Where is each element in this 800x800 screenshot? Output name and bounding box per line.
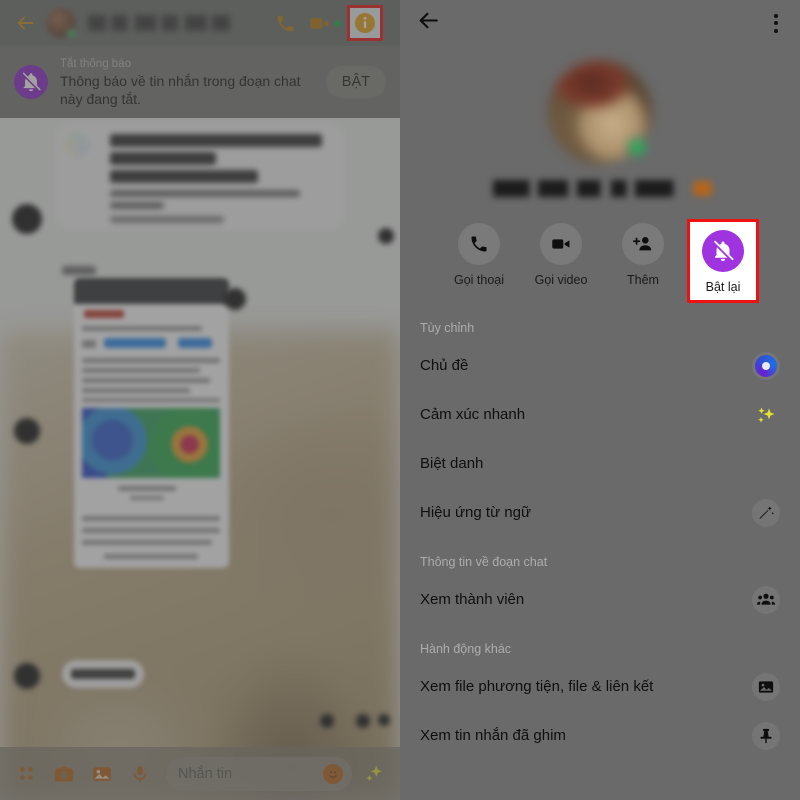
row-nickname[interactable]: Biệt danh — [400, 439, 800, 488]
microphone-icon[interactable] — [124, 758, 156, 790]
emoji-smiley-icon[interactable] — [323, 763, 343, 784]
chat-header — [0, 0, 400, 46]
blurred-text — [110, 216, 224, 223]
chat-bubble[interactable] — [62, 660, 144, 688]
row-label: Cảm xúc nhanh — [420, 406, 526, 423]
message-input[interactable]: Nhắn tin — [166, 756, 352, 791]
blurred-reaction — [378, 228, 394, 244]
video-call-icon[interactable] — [302, 6, 336, 40]
blurred-reaction — [224, 288, 246, 310]
blurred-text — [110, 170, 258, 183]
apps-grid-icon[interactable] — [10, 758, 42, 790]
video-call-action[interactable]: Gọi video — [523, 219, 599, 303]
info-button-highlight[interactable] — [347, 5, 383, 41]
row-label: Hiệu ứng từ ngữ — [420, 504, 532, 521]
add-person-action[interactable]: Thêm — [605, 219, 681, 303]
section-title-chat-info: Thông tin về đoạn chat — [420, 555, 548, 569]
row-label: Xem thành viên — [420, 591, 525, 608]
row-label: Xem file phương tiện, file & liên kết — [420, 678, 654, 695]
info-circle-icon — [355, 13, 375, 33]
row-label: Chủ đề — [420, 357, 469, 374]
bell-muted-icon — [702, 230, 744, 272]
unmute-action-highlighted[interactable]: Bật lại — [687, 219, 759, 303]
phone-call-icon[interactable] — [268, 6, 302, 40]
blurred-avatar — [12, 204, 42, 234]
more-vertical-icon[interactable] — [768, 8, 784, 39]
left-chat-screen: Tắt thông báo Thông báo về tin nhắn tron… — [0, 0, 400, 800]
sparkles-icon[interactable] — [358, 758, 390, 790]
row-theme[interactable]: Chủ đề — [400, 341, 800, 390]
row-pinned-messages[interactable]: Xem tin nhắn đã ghim — [400, 711, 800, 760]
action-label: Bật lại — [705, 280, 741, 294]
action-label: Thêm — [627, 273, 659, 287]
banner-title: Tắt thông báo — [60, 57, 131, 70]
people-group-icon — [752, 585, 780, 614]
banner-body: Thông báo về tin nhắn trong đoạn chat nà… — [60, 72, 301, 107]
theme-color-icon — [752, 351, 780, 380]
profile-name — [492, 180, 712, 197]
magic-wand-icon — [752, 498, 780, 527]
right-chat-details-screen: Gọi thoại Gọi video Thêm Bật lại Tùy chỉ… — [400, 0, 800, 800]
row-view-members[interactable]: Xem thành viên — [400, 575, 800, 624]
back-arrow-icon[interactable] — [416, 8, 441, 38]
contact-name — [88, 15, 268, 31]
dual-screen-tutorial: Tắt thông báo Thông báo về tin nhắn tron… — [0, 0, 800, 800]
row-label: Xem tin nhắn đã ghim — [420, 727, 566, 744]
blurred-reaction — [356, 714, 370, 728]
blurred-avatar — [14, 663, 40, 689]
blurred-avatar — [14, 418, 40, 444]
voice-call-action[interactable]: Gọi thoại — [441, 219, 517, 303]
blurred-reaction — [320, 714, 334, 728]
message-input-placeholder: Nhắn tin — [178, 765, 233, 782]
phone-call-icon — [458, 223, 500, 265]
gallery-icon[interactable] — [86, 758, 118, 790]
back-arrow-icon[interactable] — [8, 6, 42, 40]
row-view-media[interactable]: Xem file phương tiện, file & liên kết — [400, 662, 800, 711]
profile-block — [400, 46, 800, 197]
row-label: Biệt danh — [420, 455, 484, 472]
section-title-other-actions: Hành động khác — [420, 642, 512, 656]
section-title-customize: Tùy chỉnh — [420, 321, 475, 335]
image-icon — [752, 672, 780, 701]
blurred-text — [110, 152, 216, 165]
action-label: Gọi thoại — [453, 273, 505, 287]
video-call-icon — [540, 223, 582, 265]
pin-icon — [752, 721, 780, 750]
message-composer: Nhắn tin — [0, 747, 400, 800]
details-header — [400, 0, 800, 46]
action-label: Gọi video — [534, 273, 588, 287]
online-status-dot — [334, 19, 341, 27]
chat-message-list[interactable] — [0, 118, 400, 753]
banner-text-group: Tắt thông báo Thông báo về tin nhắn tron… — [60, 57, 314, 108]
shared-screenshot[interactable] — [74, 278, 229, 568]
mute-notification-banner: Tắt thông báo Thông báo về tin nhắn tron… — [0, 46, 400, 118]
blurred-text — [110, 202, 164, 209]
blurred-text — [110, 190, 300, 197]
avatar[interactable] — [46, 8, 77, 39]
blurred-text — [110, 134, 322, 147]
avatar[interactable] — [548, 60, 652, 164]
bell-muted-icon — [14, 65, 48, 99]
online-status-dot — [627, 137, 648, 158]
quick-actions-row: Gọi thoại Gọi video Thêm Bật lại — [400, 219, 800, 303]
sparkles-icon — [752, 401, 780, 429]
add-person-icon — [622, 223, 664, 265]
blurred-text — [62, 266, 96, 275]
camera-icon[interactable] — [48, 758, 80, 790]
row-word-effects[interactable]: Hiệu ứng từ ngữ — [400, 488, 800, 537]
turn-on-button[interactable]: BẬT — [325, 66, 386, 98]
blurred-reaction — [378, 714, 390, 726]
row-quick-reaction[interactable]: Cảm xúc nhanh — [400, 390, 800, 439]
